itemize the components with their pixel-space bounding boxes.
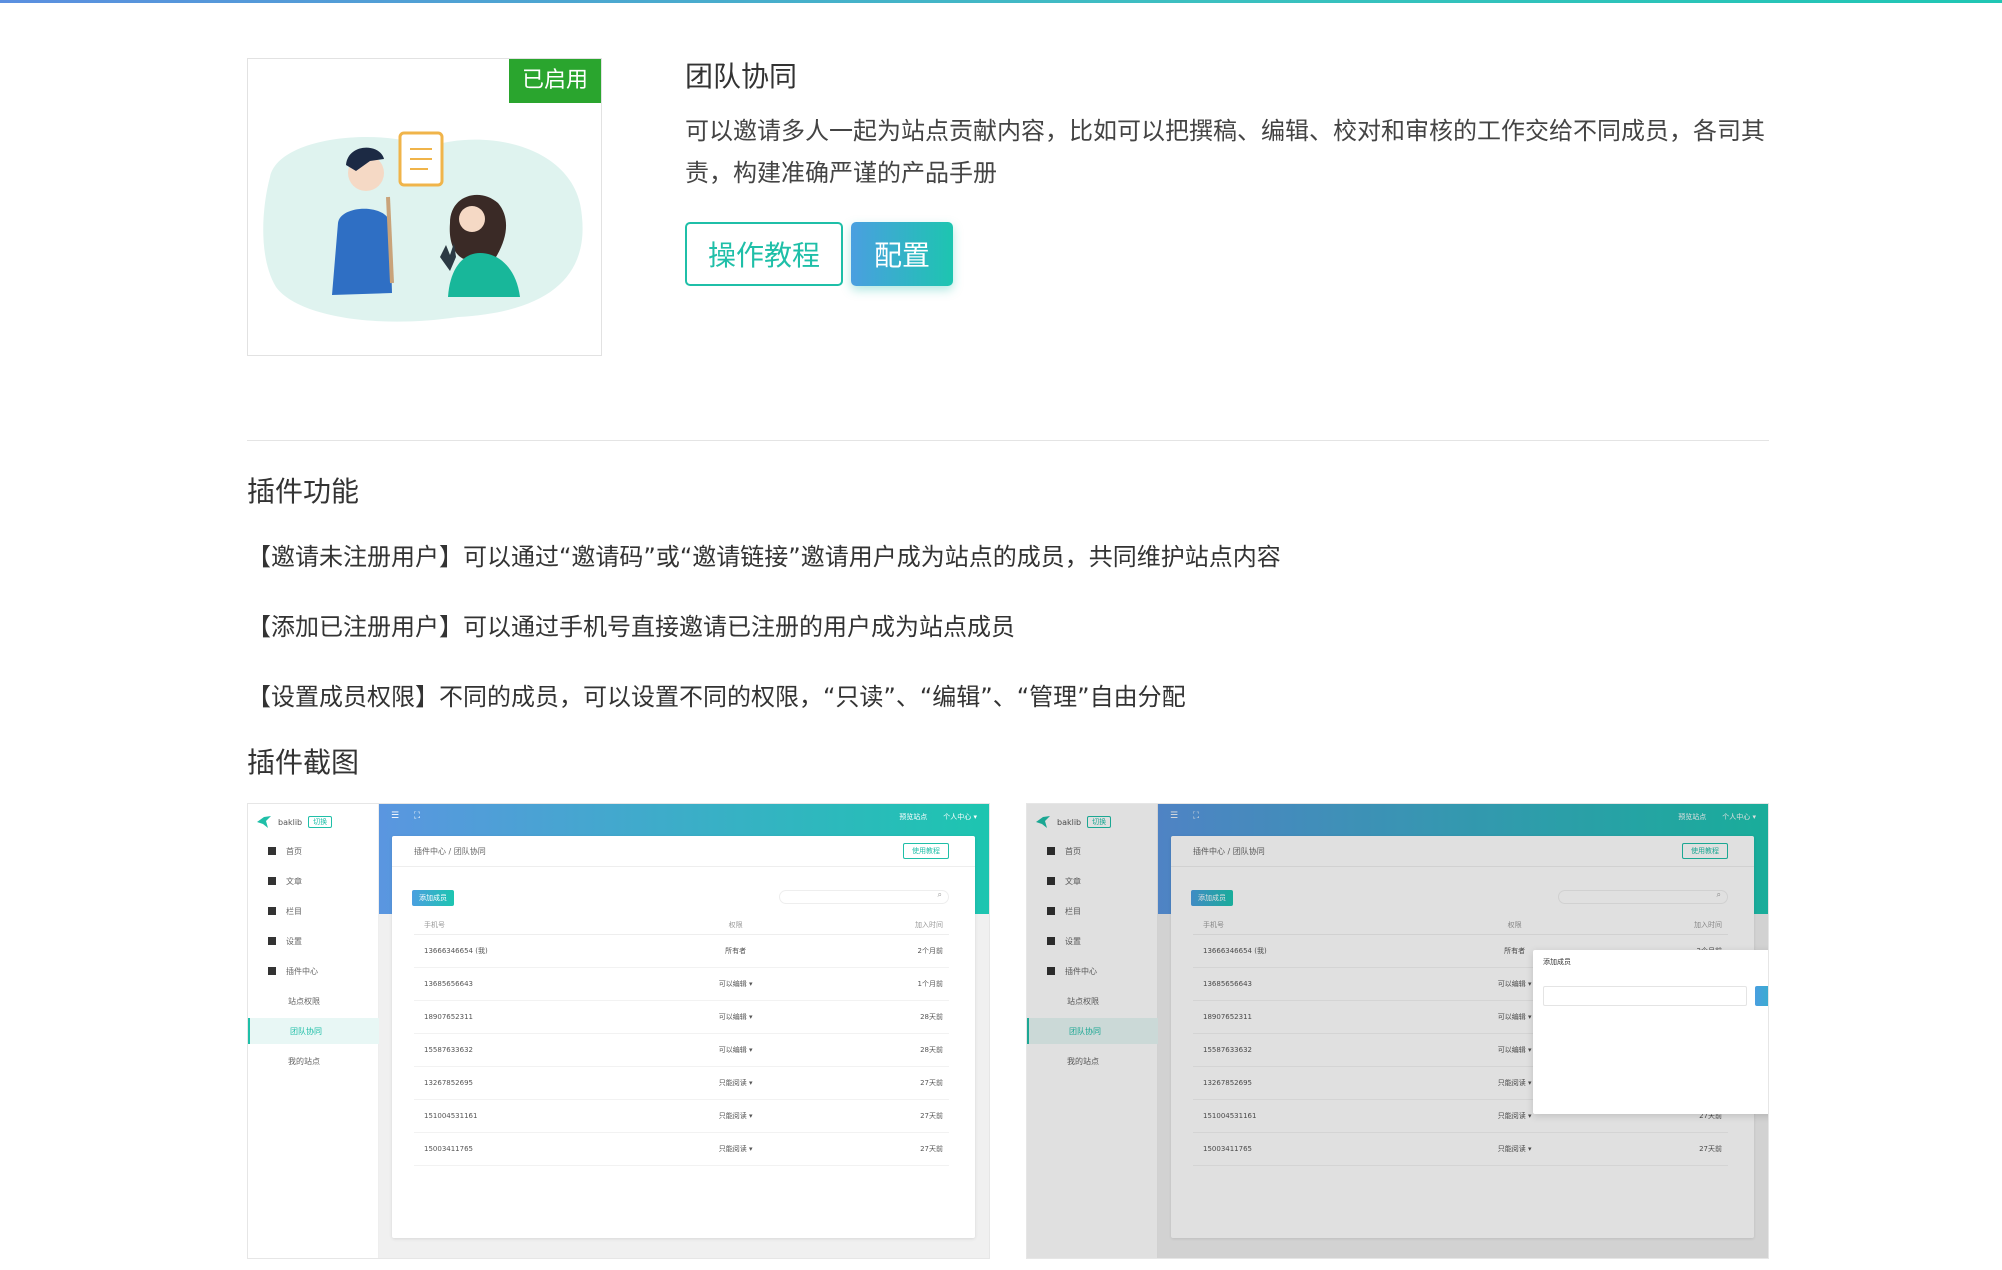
header-links: 预览站点 个人中心 ▾: [899, 812, 977, 822]
brand-tag: 切换: [308, 816, 333, 828]
plugin-title: 团队协同: [685, 60, 798, 93]
nav-item[interactable]: 文章: [248, 868, 379, 894]
screenshot-add-member-modal[interactable]: baklib 切换 首页 文章 栏目 设置 插件中心 站点权限 团队协同 我的站…: [1026, 803, 1769, 1259]
add-member-modal: 添加成员 × 添加: [1533, 950, 1768, 1114]
nav-subitem[interactable]: 站点权限: [248, 988, 379, 1014]
feature-item: 【设置成员权限】不同的成员，可以设置不同的权限，“只读”、“编辑”、“管理”自由…: [247, 683, 1186, 711]
apps-icon: [268, 967, 276, 975]
bird-logo-icon: [257, 816, 271, 828]
column-header: 权限: [658, 916, 804, 935]
plugin-info: 团队协同 可以邀请多人一起为站点贡献内容，比如可以把撰稿、编辑、校对和审核的工作…: [685, 58, 1775, 286]
menu-icon[interactable]: ☰ ⛶: [391, 811, 426, 821]
table-row: 151004531161 只能阅读 ▾ 27天前: [414, 1099, 949, 1133]
feature-item: 【添加已注册用户】可以通过手机号直接邀请已注册的用户成为站点成员: [247, 613, 1015, 641]
table-row: 13685656643可以编辑 ▾1个月前: [414, 967, 949, 1001]
modal-title: 添加成员: [1543, 958, 1571, 966]
screenshot-member-list[interactable]: baklib 切换 首页 文章 栏目 设置 插件中心 站点权限 团队协同 我的站…: [247, 803, 990, 1259]
nav-item[interactable]: 插件中心: [248, 958, 379, 984]
article-icon: [268, 877, 276, 885]
app-logo: baklib 切换: [256, 815, 333, 829]
section-divider: [247, 440, 1769, 441]
plugin-cover-image: 已启用: [247, 58, 602, 356]
divider: [392, 866, 975, 867]
member-table: 手机号 权限 加入时间 13666346654 (我)所有者2个月前 13685…: [414, 916, 949, 1166]
feature-item: 【邀请未注册用户】可以通过“邀请码”或“邀请链接”邀请用户成为站点的成员，共同维…: [247, 543, 1281, 571]
plugin-actions: 操作教程 配置: [685, 222, 1775, 286]
column-header: 加入时间: [803, 916, 949, 935]
top-accent-line: [0, 0, 2002, 3]
status-badge: 已启用: [509, 59, 601, 103]
table-row: 15003411765 只能阅读 ▾ 27天前: [414, 1132, 949, 1166]
gear-icon: [268, 937, 276, 945]
table-row: 18907652311可以编辑 ▾28天前: [414, 1000, 949, 1034]
features-title: 插件功能: [247, 475, 360, 508]
help-button[interactable]: 使用教程: [903, 843, 949, 859]
nav-subitem-active[interactable]: 团队协同: [248, 1018, 379, 1044]
modal-submit-button[interactable]: 添加: [1755, 986, 1768, 1006]
app-sidebar: baklib 切换 首页 文章 栏目 设置 插件中心 站点权限 团队协同 我的站…: [248, 804, 379, 1258]
brand-name: baklib: [278, 817, 303, 827]
table-row: 13267852695只能阅读 ▾27天前: [414, 1066, 949, 1100]
profile-menu[interactable]: 个人中心 ▾: [943, 812, 977, 822]
team-illustration: [263, 131, 583, 322]
screenshots-title: 插件截图: [247, 746, 360, 779]
config-button[interactable]: 配置: [851, 222, 953, 286]
app-main: ☰ ⛶ 预览站点 个人中心 ▾ 插件中心 / 团队协同 使用教程 添加成员 手机…: [379, 804, 989, 1258]
preview-site-link[interactable]: 预览站点: [899, 812, 927, 822]
column-header: 手机号: [414, 916, 659, 935]
add-member-button[interactable]: 添加成员: [412, 890, 454, 906]
table-row: 15587633632可以编辑 ▾28天前: [414, 1033, 949, 1067]
phone-input[interactable]: [1543, 986, 1747, 1006]
nav-subitem[interactable]: 我的站点: [248, 1048, 379, 1074]
nav-item[interactable]: 栏目: [248, 898, 379, 924]
home-icon: [268, 847, 276, 855]
grid-icon: [268, 907, 276, 915]
search-input[interactable]: [779, 890, 949, 904]
breadcrumb: 插件中心 / 团队协同: [414, 847, 486, 856]
tutorial-button[interactable]: 操作教程: [685, 222, 843, 286]
table-row: 13666346654 (我)所有者2个月前: [414, 934, 949, 968]
nav-item[interactable]: 设置: [248, 928, 379, 954]
nav-item[interactable]: 首页: [248, 838, 379, 864]
content-card: 插件中心 / 团队协同 使用教程 添加成员 手机号 权限 加入时间 136663…: [392, 836, 975, 1238]
plugin-description: 可以邀请多人一起为站点贡献内容，比如可以把撰稿、编辑、校对和审核的工作交给不同成…: [685, 117, 1765, 187]
